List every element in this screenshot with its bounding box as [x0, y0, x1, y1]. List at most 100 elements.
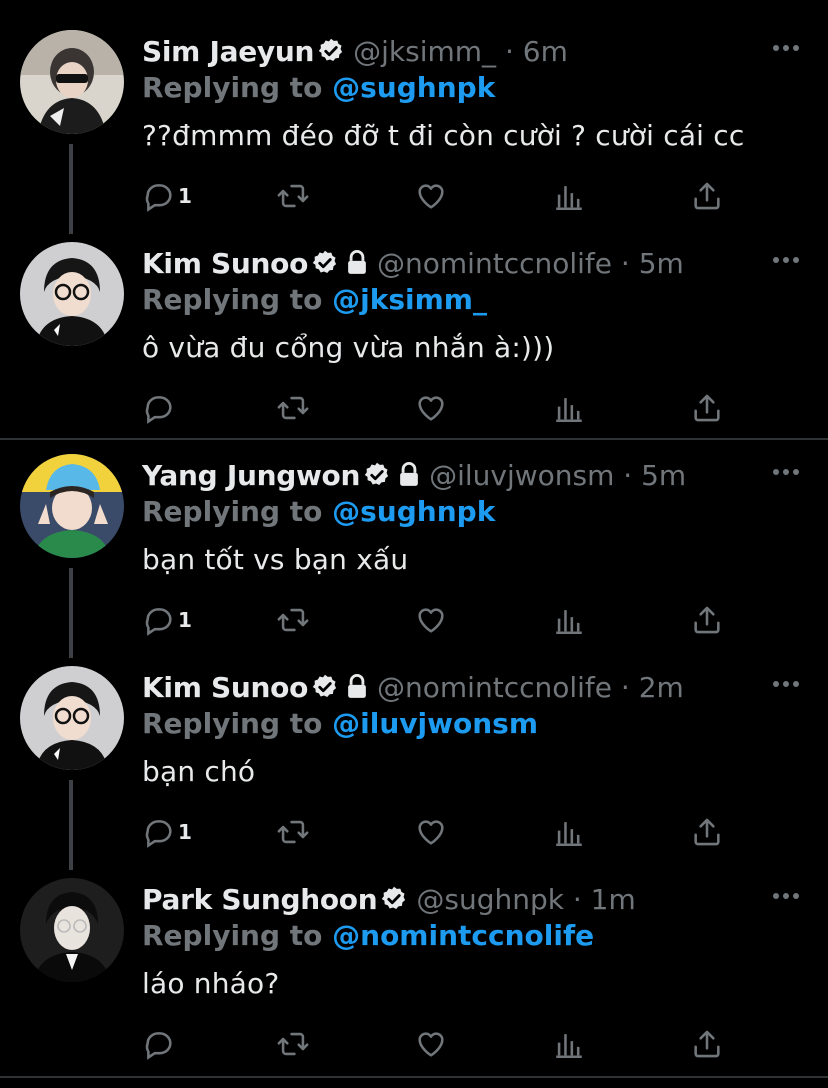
reply-button[interactable]: 1	[142, 812, 192, 852]
heart-icon	[418, 820, 444, 845]
avatar-kim-sunoo[interactable]	[20, 666, 124, 770]
replying-to-label: Replying to	[142, 919, 323, 952]
reply-button[interactable]	[142, 1024, 178, 1064]
more-options-icon[interactable]	[772, 44, 800, 52]
replying-to-mention[interactable]: @sughnpk	[332, 495, 495, 528]
retweet-button[interactable]	[276, 600, 310, 640]
avatar-kim-sunoo[interactable]	[20, 242, 124, 346]
share-icon	[694, 606, 720, 634]
retweet-button[interactable]	[276, 812, 310, 852]
replying-to-line: Replying to @sughnpk	[142, 68, 495, 108]
avatar-park-sunghoon[interactable]	[20, 878, 124, 982]
tweet[interactable]: Sim Jaeyun @jksimm_ · 6m Replying to @sug…	[0, 0, 828, 234]
share-button[interactable]	[690, 176, 724, 216]
verified-badge-icon	[382, 886, 406, 910]
share-icon	[694, 818, 720, 846]
more-options-icon[interactable]	[772, 256, 800, 264]
retweet-icon	[277, 1032, 309, 1056]
analytics-button[interactable]	[552, 812, 586, 852]
tweet[interactable]: Yang Jungwon @iluvjwonsm · 5m Replying to…	[0, 424, 828, 658]
lock-icon	[348, 673, 366, 698]
like-button[interactable]	[414, 176, 448, 216]
tweet[interactable]: Park Sunghoon @sughnpk · 1m Replying to @…	[0, 848, 828, 1060]
avatar-yang-jungwon[interactable]	[20, 454, 124, 558]
tweet-actions	[142, 1024, 742, 1064]
analytics-button[interactable]	[552, 388, 586, 428]
more-options-icon[interactable]	[772, 892, 800, 900]
user-handle[interactable]: @nomintccnolife	[377, 247, 612, 280]
reply-count: 1	[178, 184, 192, 208]
replying-to-label: Replying to	[142, 283, 323, 316]
retweet-icon	[277, 184, 309, 208]
tweet-text: ô vừa đu cổng vừa nhắn à:)))	[142, 331, 555, 364]
share-button[interactable]	[690, 1024, 724, 1064]
like-button[interactable]	[414, 812, 448, 852]
heart-icon	[418, 608, 444, 633]
tweet-actions: 1	[142, 176, 742, 216]
tweet-actions	[142, 388, 742, 428]
tweet-timestamp[interactable]: 2m	[639, 671, 684, 704]
replying-to-line: Replying to @jksimm_	[142, 280, 487, 320]
dot-separator: ·	[623, 459, 633, 492]
share-button[interactable]	[690, 600, 724, 640]
replying-to-mention[interactable]: @iluvjwonsm	[332, 707, 538, 740]
display-name[interactable]: Yang Jungwon	[142, 459, 360, 492]
reply-button[interactable]	[142, 388, 178, 428]
reply-button[interactable]: 1	[142, 600, 192, 640]
tweet-timestamp[interactable]: 5m	[639, 247, 684, 280]
tweet[interactable]: Kim Sunoo @nomintccnolife · 2m Replying t…	[0, 636, 828, 870]
tweet-timestamp[interactable]: 1m	[591, 883, 636, 916]
retweet-button[interactable]	[276, 176, 310, 216]
replying-to-label: Replying to	[142, 71, 323, 104]
tweet-actions: 1	[142, 812, 742, 852]
analytics-icon	[556, 186, 582, 211]
verified-badge-icon	[318, 38, 343, 62]
replying-to-mention[interactable]: @sughnpk	[332, 71, 495, 104]
retweet-icon	[277, 820, 309, 844]
tweet-actions: 1	[142, 600, 742, 640]
display-name[interactable]: Kim Sunoo	[142, 671, 308, 704]
replying-to-line: Replying to @sughnpk	[142, 492, 495, 532]
tweet-timestamp[interactable]: 5m	[641, 459, 686, 492]
reply-icon	[145, 820, 172, 848]
dot-separator: ·	[572, 883, 582, 916]
like-button[interactable]	[414, 388, 448, 428]
more-options-icon[interactable]	[772, 680, 800, 688]
analytics-button[interactable]	[552, 1024, 586, 1064]
share-button[interactable]	[690, 388, 724, 428]
tweet[interactable]: Kim Sunoo @nomintccnolife · 5m Replying t…	[0, 212, 828, 424]
reply-count: 1	[178, 608, 192, 632]
retweet-button[interactable]	[276, 388, 310, 428]
user-handle[interactable]: @iluvjwonsm	[429, 459, 614, 492]
analytics-button[interactable]	[552, 600, 586, 640]
reply-icon	[145, 608, 172, 636]
user-handle[interactable]: @nomintccnolife	[377, 671, 612, 704]
tweet-text: ??đmmm đéo đỡ t đi còn cười ? cười cái c…	[142, 119, 745, 152]
like-button[interactable]	[414, 1024, 448, 1064]
replying-to-mention[interactable]: @nomintccnolife	[332, 919, 594, 952]
like-button[interactable]	[414, 600, 448, 640]
analytics-button[interactable]	[552, 176, 586, 216]
dot-separator: ·	[504, 35, 514, 68]
share-button[interactable]	[690, 812, 724, 852]
replying-to-label: Replying to	[142, 495, 323, 528]
heart-icon	[418, 396, 444, 421]
display-name[interactable]: Sim Jaeyun	[142, 35, 314, 68]
tweet-text: bạn tốt vs bạn xấu	[142, 543, 409, 576]
retweet-button[interactable]	[276, 1024, 310, 1064]
more-options-icon[interactable]	[772, 468, 800, 476]
reply-thread-feed: Sim Jaeyun @jksimm_ · 6m Replying to @sug…	[0, 0, 828, 1088]
reply-icon	[145, 1032, 172, 1060]
thread-divider	[0, 1076, 828, 1078]
reply-button[interactable]: 1	[142, 176, 192, 216]
tweet-text: bạn chó	[142, 755, 256, 788]
reply-count: 1	[178, 820, 192, 844]
display-name[interactable]: Park Sunghoon	[142, 883, 378, 916]
user-handle[interactable]: @jksimm_	[353, 35, 496, 68]
verified-badge-icon	[364, 462, 389, 486]
tweet-timestamp[interactable]: 6m	[523, 35, 568, 68]
avatar-sim-jaeyun[interactable]	[20, 30, 124, 134]
display-name[interactable]: Kim Sunoo	[142, 247, 308, 280]
replying-to-mention[interactable]: @jksimm_	[332, 283, 487, 316]
user-handle[interactable]: @sughnpk	[416, 883, 564, 916]
